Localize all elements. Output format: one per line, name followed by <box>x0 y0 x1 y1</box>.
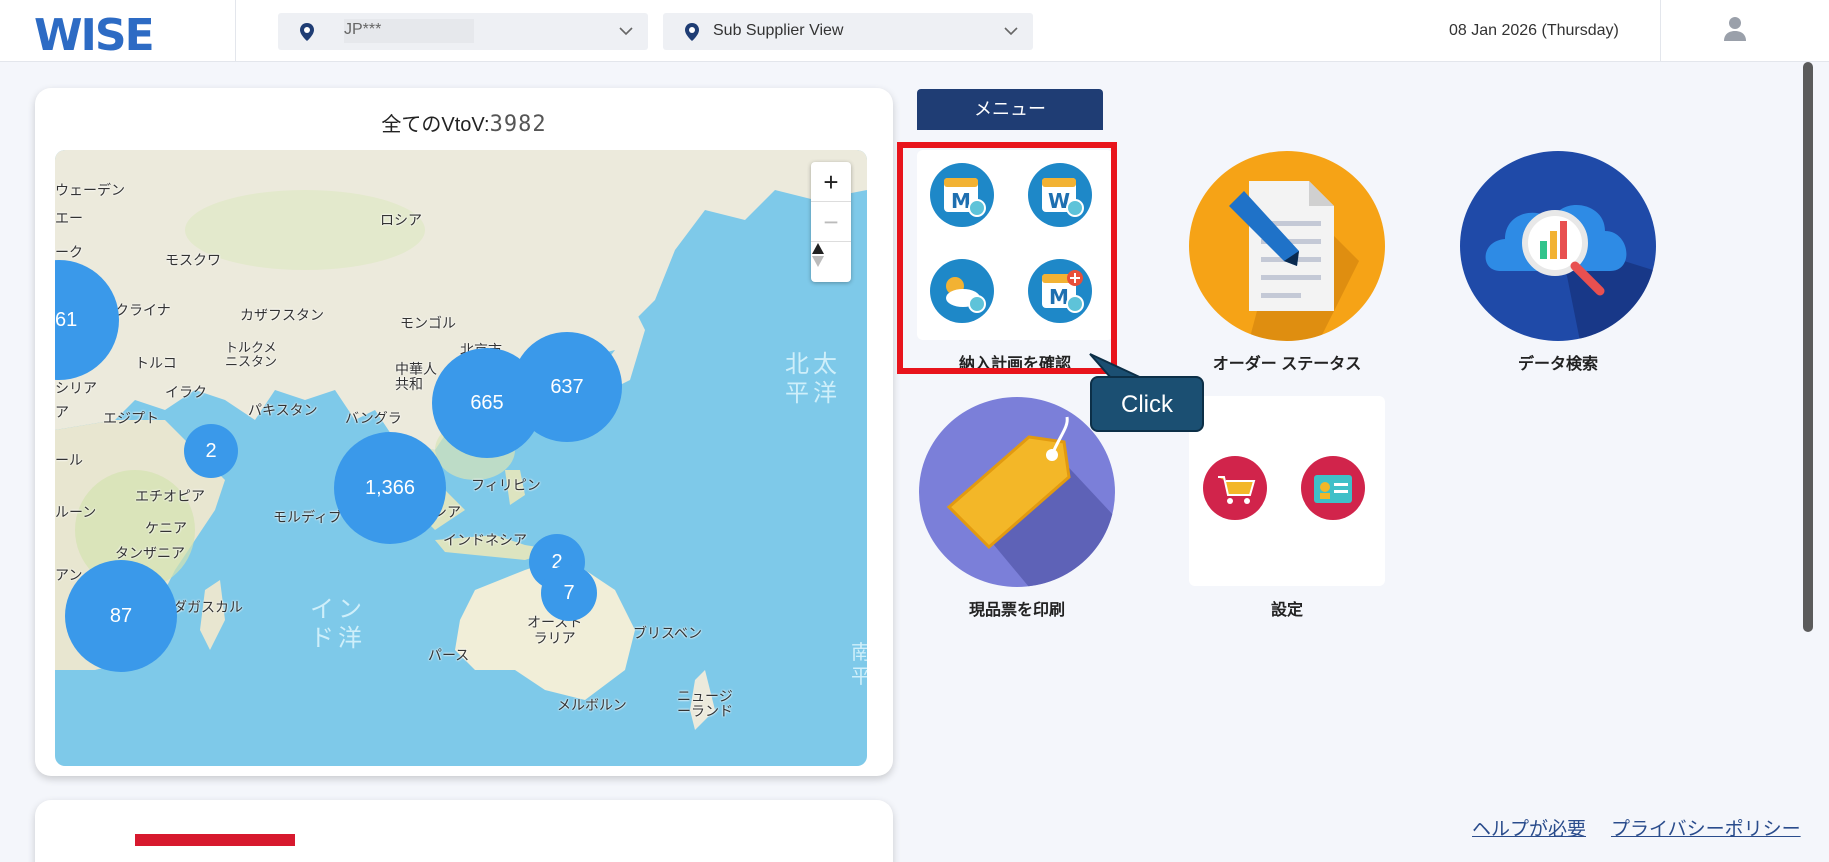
order-status-tile[interactable] <box>1189 151 1385 341</box>
settings-label: 設定 <box>1270 602 1303 619</box>
map-label: 中華人 共和 <box>395 362 437 393</box>
tab-menu[interactable]: メニュー <box>917 89 1103 130</box>
privacy-policy-link[interactable]: プライバシーポリシー <box>1611 814 1801 841</box>
chevron-down-icon <box>619 27 633 36</box>
price-tag-icon <box>946 416 1115 587</box>
chevron-down-icon <box>1004 27 1018 36</box>
document-edit-icon <box>1229 181 1359 341</box>
map-label: ア <box>55 405 69 421</box>
map-label: ール <box>55 453 83 469</box>
map-label: カザフスタン <box>240 308 324 324</box>
view-dropdown[interactable]: Sub Supplier View <box>663 13 1033 50</box>
map-title-prefix: 全てのVtoV: <box>381 114 490 136</box>
secondary-card <box>35 800 893 862</box>
location-dropdown[interactable]: JP*** <box>278 13 648 50</box>
map-label: エー <box>55 211 83 227</box>
map-cluster[interactable]: 7 <box>541 565 597 621</box>
map-label: フィリピン <box>471 478 541 494</box>
map-label: イラク <box>165 385 207 401</box>
user-icon[interactable] <box>1722 15 1748 43</box>
map-label: パキスタン <box>248 403 318 419</box>
settings-tile[interactable] <box>1189 396 1385 586</box>
map-label: クライナ <box>115 303 171 319</box>
red-accent-bar <box>135 834 295 846</box>
map-label: モルディブ <box>273 510 343 526</box>
current-date: 08 Jan 2026 (Thursday) <box>1449 22 1619 39</box>
print-label-tile[interactable] <box>919 397 1115 587</box>
map-label: ダガスカル <box>173 600 243 616</box>
zoom-in-button[interactable]: + <box>811 162 851 202</box>
map-label: モスクワ <box>165 253 221 269</box>
ocean-label: 南 平 <box>851 640 867 688</box>
id-card-icon <box>1301 456 1365 520</box>
map-cluster[interactable]: 87 <box>65 560 177 672</box>
map-label: パース <box>428 648 470 664</box>
scrollbar-thumb[interactable] <box>1803 62 1813 632</box>
map-label: モンゴル <box>400 316 456 332</box>
map-cluster[interactable]: 1,366 <box>334 432 446 544</box>
map-zoom-control: + − <box>811 162 851 282</box>
header-divider <box>1660 0 1661 62</box>
map-label: ーク <box>55 245 83 261</box>
help-link[interactable]: ヘルプが必要 <box>1472 814 1586 841</box>
top-bar: WISE JP*** Sub Supplier View 08 Jan 2026… <box>0 0 1829 62</box>
view-value: Sub Supplier View <box>713 22 844 39</box>
zoom-out-button[interactable]: − <box>811 202 851 242</box>
map-label: バングラ <box>345 411 402 427</box>
map-card: 全てのVtoV:3982 ウェーデン エー ーク モスクワ ロシア クライナ カ… <box>35 88 893 776</box>
click-callout: Click <box>1090 376 1204 432</box>
ocean-label: 北太 平洋 <box>785 350 841 407</box>
location-value: JP*** <box>344 19 474 43</box>
map-label: ケニア <box>145 521 187 537</box>
map-label: ブリスベン <box>633 626 703 642</box>
map-label: ウェーデン <box>55 183 125 199</box>
cloud-analytics-icon <box>1485 204 1656 341</box>
cluster-map[interactable]: ウェーデン エー ーク モスクワ ロシア クライナ カザフスタン モンゴル トル… <box>55 150 867 766</box>
ocean-label: イン ド洋 <box>310 595 366 652</box>
header-divider <box>235 0 236 62</box>
cart-icon <box>1203 456 1267 520</box>
order-status-label: オーダー ステータス <box>1212 356 1362 373</box>
map-label: ロシア <box>380 213 422 229</box>
data-search-tile[interactable] <box>1460 151 1656 341</box>
location-pin-icon <box>300 23 314 41</box>
map-label: ルーン <box>55 505 97 521</box>
data-search-label: データ検索 <box>1517 356 1598 373</box>
map-label: トルクメ ニスタン <box>225 341 278 370</box>
vertical-scrollbar[interactable] <box>1801 62 1815 842</box>
map-label: ニュージ ーランド <box>677 689 733 720</box>
map-cluster[interactable]: 2 <box>184 424 238 478</box>
map-label: トルコ <box>135 356 177 372</box>
wise-logo[interactable]: WISE <box>34 10 155 61</box>
map-label: エチオピア <box>135 489 205 505</box>
map-title: 全てのVtoV:3982 <box>35 108 893 137</box>
map-cluster[interactable]: 637 <box>512 332 622 442</box>
print-label-label: 現品票を印刷 <box>968 602 1065 619</box>
highlight-box <box>897 142 1117 374</box>
reset-north-button[interactable] <box>811 242 851 282</box>
map-label: エジプト <box>103 411 159 427</box>
vtov-count: 3982 <box>489 112 547 137</box>
compass-icon <box>812 243 824 267</box>
map-land <box>55 150 867 730</box>
location-pin-icon <box>685 23 699 41</box>
map-label: シリア <box>55 381 97 397</box>
map-label: メルボルン <box>557 698 627 714</box>
map-label: インドネシア <box>443 533 527 549</box>
